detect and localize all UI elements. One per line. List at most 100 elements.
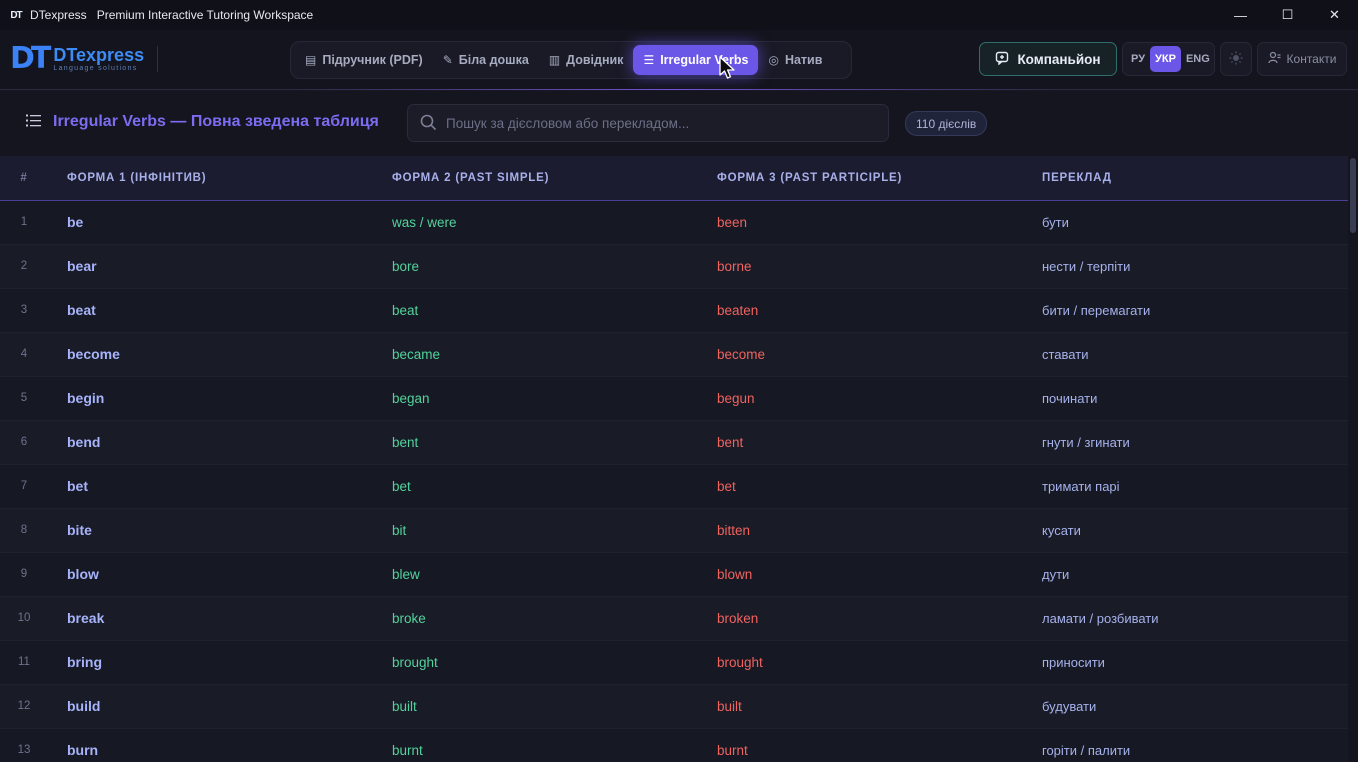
cell-form1: bend bbox=[67, 434, 101, 450]
cell-form2: bit bbox=[392, 522, 407, 538]
cell-form1: blow bbox=[67, 566, 99, 582]
table-row: 5 begin began begun починати bbox=[0, 376, 1348, 420]
table-row: 2 bear bore borne нести / терпіти bbox=[0, 244, 1348, 288]
cell-translation: гнути / згинати bbox=[1042, 434, 1130, 450]
tab-handbook[interactable]: ▥ Довідник bbox=[539, 45, 634, 75]
table-row: 10 break broke broken ламати / розбивати bbox=[0, 596, 1348, 640]
table-row: 3 beat beat beaten бити / перемагати bbox=[0, 288, 1348, 332]
cell-form2: began bbox=[392, 390, 430, 406]
cell-form3: borne bbox=[717, 258, 752, 274]
cell-form3: begun bbox=[717, 390, 755, 406]
table-row: 1 be was / were been бути bbox=[0, 200, 1348, 244]
cell-form3: bet bbox=[717, 478, 736, 494]
table-scrollbar[interactable] bbox=[1348, 156, 1358, 762]
cell-translation: бити / перемагати bbox=[1042, 302, 1151, 318]
tab-native[interactable]: ◎ Натив bbox=[758, 45, 832, 75]
row-number: 13 bbox=[17, 744, 31, 756]
cell-form2: built bbox=[392, 698, 417, 714]
chat-icon bbox=[995, 51, 1009, 68]
lang-uk[interactable]: УКР bbox=[1150, 46, 1181, 72]
tab-whiteboard[interactable]: ✎ Біла дошка bbox=[433, 45, 539, 75]
cell-form3: beaten bbox=[717, 302, 759, 318]
tab-label: Підручник (PDF) bbox=[322, 53, 423, 67]
handbook-icon: ▥ bbox=[548, 53, 561, 67]
verb-count-badge: 110 дієслів bbox=[905, 111, 988, 136]
language-switcher: РУ УКР ENG bbox=[1122, 42, 1215, 76]
tab-irregular-verbs[interactable]: ☰ Irregular Verbs bbox=[633, 45, 759, 75]
cell-form2: bore bbox=[392, 258, 420, 274]
tab-textbook-pdf[interactable]: ▤ Підручник (PDF) bbox=[295, 45, 433, 75]
window-title: Premium Interactive Tutoring Workspace bbox=[96, 8, 314, 22]
row-number: 12 bbox=[17, 700, 31, 712]
table-row: 8 bite bit bitten кусати bbox=[0, 508, 1348, 552]
cell-form1: burn bbox=[67, 742, 99, 758]
page-title: Irregular Verbs — Повна зведена таблиця bbox=[53, 113, 379, 130]
table-row: 12 build built built будувати bbox=[0, 684, 1348, 728]
header-form2: ФОРМА 2 (PAST SIMPLE) bbox=[392, 171, 550, 184]
cell-translation: приносити bbox=[1042, 654, 1105, 670]
cell-form3: built bbox=[717, 698, 742, 714]
cell-form2: beat bbox=[392, 302, 419, 318]
cell-translation: ставати bbox=[1042, 346, 1089, 362]
cell-form2: broke bbox=[392, 610, 426, 626]
table-row: 6 bend bent bent гнути / згинати bbox=[0, 420, 1348, 464]
cell-form3: been bbox=[717, 214, 748, 230]
companion-button[interactable]: Компаньйон bbox=[979, 42, 1117, 76]
window-titlebar: DT DTexpress Premium Interactive Tutorin… bbox=[0, 0, 1358, 30]
maximize-icon[interactable]: ☐ bbox=[1264, 0, 1311, 30]
cell-form3: bitten bbox=[717, 522, 751, 538]
brand-mark: DT bbox=[10, 41, 51, 76]
cell-form1: break bbox=[67, 610, 105, 626]
cell-translation: будувати bbox=[1042, 698, 1097, 714]
search-box bbox=[407, 104, 889, 142]
table-row: 9 blow blew blown дути bbox=[0, 552, 1348, 596]
search-input[interactable] bbox=[446, 105, 876, 141]
theme-toggle-button[interactable] bbox=[1220, 42, 1252, 76]
lang-en[interactable]: ENG bbox=[1181, 46, 1215, 72]
cell-form2: blew bbox=[392, 566, 420, 582]
header-form3: ФОРМА 3 (PAST PARTICIPLE) bbox=[717, 171, 903, 184]
tab-label: Натив bbox=[784, 53, 823, 67]
row-number: 6 bbox=[20, 436, 28, 448]
row-number: 5 bbox=[20, 392, 28, 404]
companion-label: Компаньйон bbox=[1017, 51, 1101, 67]
tab-label: Біла дошка bbox=[458, 53, 529, 67]
brand-logo[interactable]: DT DTexpress Language solutions bbox=[10, 42, 144, 76]
verbs-table-container: # ФОРМА 1 (ІНФІНІТИВ) ФОРМА 2 (PAST SIMP… bbox=[0, 156, 1348, 762]
cell-form2: bent bbox=[392, 434, 419, 450]
header-divider bbox=[157, 46, 158, 72]
row-number: 1 bbox=[20, 216, 28, 228]
irregular-verbs-table: # ФОРМА 1 (ІНФІНІТИВ) ФОРМА 2 (PAST SIMP… bbox=[0, 156, 1348, 762]
cell-translation: починати bbox=[1042, 390, 1098, 406]
table-toolbar: Irregular Verbs — Повна зведена таблиця … bbox=[0, 91, 1358, 156]
window-app-name: DTexpress bbox=[30, 8, 87, 22]
cell-translation: горіти / палити bbox=[1042, 742, 1131, 758]
lang-ru[interactable]: РУ bbox=[1126, 46, 1150, 72]
cell-form2: became bbox=[392, 346, 441, 362]
cell-form1: bet bbox=[67, 478, 88, 494]
minimize-icon[interactable]: — bbox=[1217, 0, 1264, 30]
cell-form1: bear bbox=[67, 258, 97, 274]
main-nav: ▤ Підручник (PDF) ✎ Біла дошка ▥ Довідни… bbox=[290, 41, 852, 79]
contacts-button[interactable]: Контакти bbox=[1257, 42, 1347, 76]
cell-form2: brought bbox=[392, 654, 438, 670]
mouse-cursor-icon bbox=[719, 56, 735, 79]
row-number: 8 bbox=[20, 524, 28, 536]
list-icon: ☰ bbox=[643, 53, 655, 67]
scrollbar-thumb[interactable] bbox=[1350, 158, 1356, 233]
cell-translation: тримати парі bbox=[1042, 478, 1120, 494]
tab-label: Довідник bbox=[566, 53, 624, 67]
cell-translation: нести / терпіти bbox=[1042, 258, 1131, 274]
cell-form3: brought bbox=[717, 654, 763, 670]
user-contacts-icon bbox=[1267, 51, 1281, 67]
list-icon bbox=[26, 114, 41, 131]
whiteboard-icon: ✎ bbox=[442, 53, 453, 67]
close-icon[interactable]: ✕ bbox=[1311, 0, 1358, 30]
sun-icon bbox=[1229, 51, 1243, 68]
row-number: 9 bbox=[20, 568, 28, 580]
search-icon bbox=[420, 114, 437, 135]
brand-text: DTexpress Language solutions bbox=[53, 46, 144, 73]
cell-form1: beat bbox=[67, 302, 96, 318]
header-number: # bbox=[20, 171, 28, 184]
cell-form2: burnt bbox=[392, 742, 423, 758]
